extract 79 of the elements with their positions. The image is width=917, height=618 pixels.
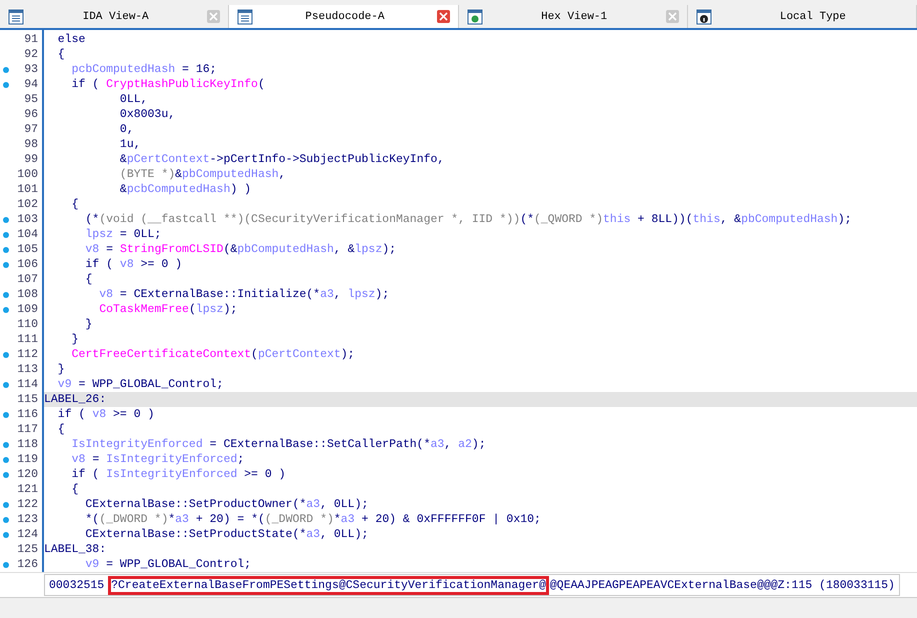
hex-view-icon	[466, 8, 482, 24]
code-line: CoTaskMemFree(lpsz);	[98, 302, 238, 317]
info-icon	[696, 8, 712, 24]
line-number: 115	[17, 393, 38, 406]
line-number: 94	[24, 78, 38, 91]
close-icon[interactable]	[436, 10, 450, 23]
line-number: 117	[17, 423, 38, 436]
code-line: if ( v8 >= 0 )	[56, 407, 156, 422]
line-number: 98	[24, 138, 38, 151]
code-line: }	[70, 332, 80, 347]
line-number: 104	[17, 228, 38, 241]
code-line: {	[56, 422, 66, 437]
code-line: LABEL_38:	[44, 542, 108, 557]
code-line: if ( v8 >= 0 )	[84, 257, 184, 272]
line-number: 124	[17, 528, 38, 541]
code-line: v8 = IsIntegrityEnforced;	[70, 452, 246, 467]
line-number: 116	[17, 408, 38, 421]
code-line: (*(void (__fastcall **)(CSecurityVerificationManager *, IID *))(*(_QWORD *)this + 8LL))(this, &pbComputedHash);	[84, 212, 853, 227]
line-number: 92	[24, 48, 38, 61]
code-line: if ( IsIntegrityEnforced >= 0 )	[70, 467, 287, 482]
line-number: 112	[17, 348, 38, 361]
code-line: {	[70, 197, 80, 212]
code-line: }	[56, 362, 66, 377]
code-line: 0,	[118, 122, 135, 137]
list-icon	[237, 8, 254, 24]
code-line: IsIntegrityEnforced = CExternalBase::SetCallerPath(*a3, a2);	[70, 437, 487, 452]
line-number: 102	[17, 198, 38, 211]
line-number: 91	[24, 33, 38, 46]
code-line: (BYTE *)&pbComputedHash,	[118, 167, 287, 182]
code-line: 0LL,	[118, 92, 149, 107]
line-number: 107	[17, 273, 38, 286]
code-line: {	[84, 272, 94, 287]
line-number: 122	[17, 498, 38, 511]
line-number: 114	[17, 378, 38, 391]
line-number: 126	[17, 558, 38, 571]
code-line: &pcbComputedHash) )	[118, 182, 252, 197]
line-number: 120	[17, 468, 38, 481]
code-line: CExternalBase::SetProductOwner(*a3, 0LL);	[84, 497, 370, 512]
line-number: 95	[24, 93, 38, 106]
line-number: 110	[17, 318, 38, 331]
code-line: lpsz = 0LL;	[84, 227, 162, 242]
line-number: 99	[24, 153, 38, 166]
line-number: 106	[17, 258, 38, 271]
tab[interactable]: Pseudocode-A	[229, 5, 458, 28]
code-line: CExternalBase::SetProductState(*a3, 0LL);	[84, 527, 370, 542]
line-number: 100	[17, 168, 38, 181]
code-line: CertFreeCertificateContext(pCertContext);	[70, 347, 356, 362]
code-line: v8 = StringFromCLSID(&pbComputedHash, &lpsz);	[84, 242, 398, 257]
line-number: 121	[17, 483, 38, 496]
code-line: v9 = WPP_GLOBAL_Control;	[84, 557, 252, 572]
line-number: 93	[24, 63, 38, 76]
code-line: else	[56, 32, 86, 47]
line-number: 113	[17, 363, 38, 376]
line-number: 109	[17, 303, 38, 316]
code-line: pcbComputedHash = 16;	[70, 62, 218, 77]
line-number: 119	[17, 453, 38, 466]
line-number: 111	[17, 333, 38, 346]
code-line: {	[56, 47, 66, 62]
code-line: v9 = WPP_GLOBAL_Control;	[56, 377, 224, 392]
line-number: 123	[17, 513, 38, 526]
code-line: {	[70, 482, 80, 497]
line-number: 97	[24, 123, 38, 136]
code-line: 1u,	[118, 137, 142, 152]
line-number: 103	[17, 213, 38, 226]
code-line: if ( CryptHashPublicKeyInfo(	[70, 77, 266, 92]
code-line: *((_DWORD *)*a3 + 20) = *((_DWORD *)*a3 + 20) & 0xFFFFFF0F | 0x10;	[84, 512, 542, 527]
list-icon	[8, 8, 24, 24]
location-field[interactable]: 00032515 ?CreateExternalBaseFromPESettings@CSecurityVerificationManager@ @QEAAJPEAGPEAPEAVCExternalBase@@@Z:115 (180033115)	[44, 574, 900, 596]
line-number: 101	[17, 183, 38, 196]
line-number: 118	[17, 438, 38, 451]
line-number: 108	[17, 288, 38, 301]
code-line: }	[84, 317, 94, 332]
line-number: 96	[24, 108, 38, 121]
code-line: &pCertContext->pCertInfo->SubjectPublicKeyInfo,	[118, 152, 446, 167]
line-number: 125	[17, 543, 38, 556]
tab[interactable]: Hex View-1	[458, 5, 688, 28]
code-line: 0x8003u,	[118, 107, 176, 122]
code-line: v8 = CExternalBase::Initialize(*a3, lpsz);	[98, 287, 390, 302]
line-number: 105	[17, 243, 38, 256]
